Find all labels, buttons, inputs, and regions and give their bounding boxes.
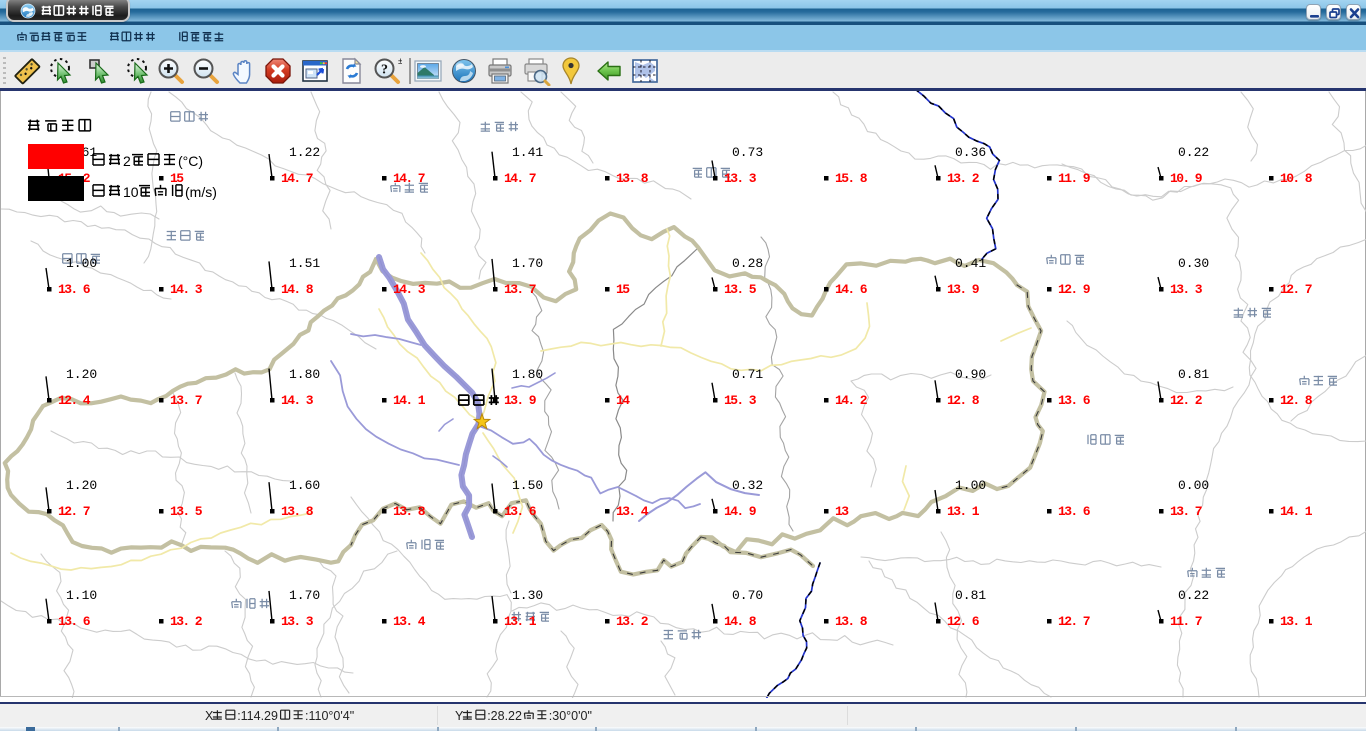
svg-text::28.22: :28.22: [487, 709, 522, 723]
svg-text:X: X: [205, 709, 214, 723]
svg-text::30°0'0": :30°0'0": [549, 709, 592, 723]
svg-text::114.29: :114.29: [237, 709, 278, 723]
svg-text::110°0'4": :110°0'4": [305, 709, 354, 723]
svg-text:Y: Y: [455, 709, 464, 723]
